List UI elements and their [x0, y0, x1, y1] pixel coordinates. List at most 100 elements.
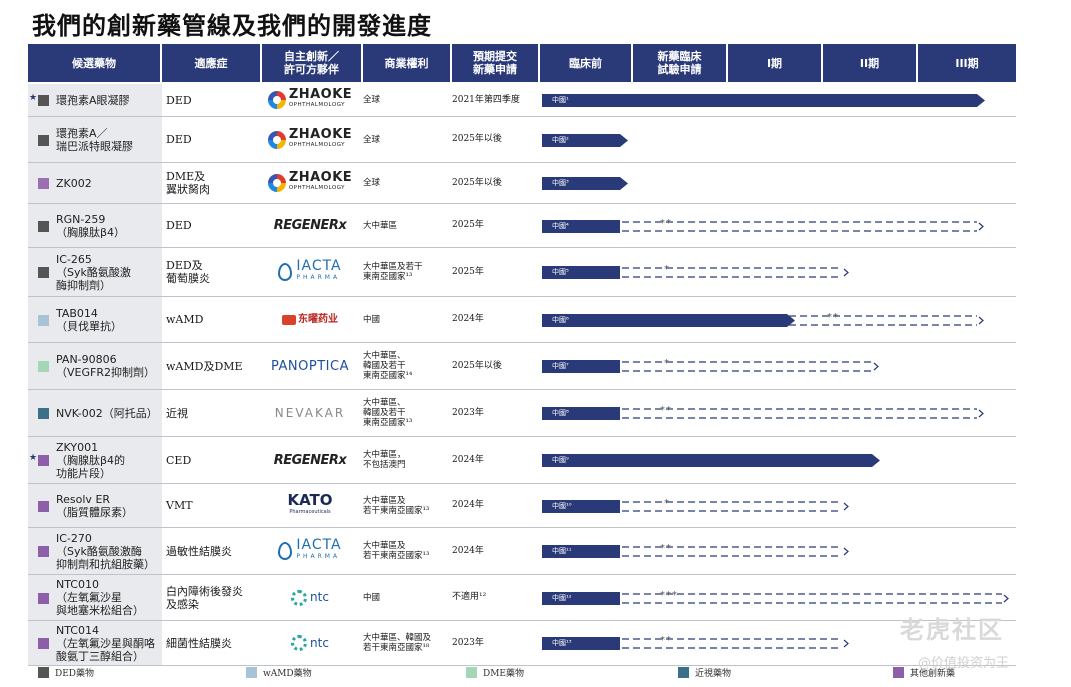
category-square-icon — [38, 95, 49, 106]
indication: wAMD及DME — [166, 359, 243, 373]
table-row: 環孢素A／ 瑞巴派特眼凝膠 DED ZHAOKE OPHTHALMOLOGY 全球 202… — [28, 117, 1016, 163]
expected-nda: 2025年以後 — [452, 177, 502, 188]
indication: DED及 葡萄膜炎 — [166, 259, 210, 285]
commercial-rights: 全球 — [363, 95, 381, 105]
partner-logo-cell: IACTA PHARMA — [262, 248, 358, 296]
zhaoke-logo-icon — [267, 174, 286, 192]
progress-bar-label: 中國⁹ — [552, 456, 569, 464]
progress-dash — [622, 546, 849, 557]
dongyao-logo: 东曜药业 — [282, 313, 338, 326]
column-header-9: III期 — [918, 44, 1018, 82]
progress-bar-label: 中國³ — [552, 179, 569, 187]
progress-bar-label: 中國⁵ — [552, 268, 569, 276]
iacta-logo: IACTA PHARMA — [278, 538, 341, 562]
commercial-rights: 大中華區、韓國及 若干東南亞國家¹⁸ — [363, 633, 432, 653]
partner-logo-cell: REGENERx — [262, 437, 358, 483]
commercial-rights: 全球 — [363, 178, 381, 188]
partner-logo-cell: ntc — [262, 621, 358, 665]
column-header-6: 新藥臨床 試驗申請 — [633, 44, 728, 82]
category-square-icon — [38, 546, 49, 557]
drug-name: RGN-259 （胸腺肽β4） — [56, 212, 126, 239]
stage-stars: *** — [660, 589, 678, 601]
partner-logo-cell: ntc — [262, 575, 358, 620]
indication: CED — [166, 453, 192, 467]
legend-label: DED藥物 — [55, 669, 95, 679]
partner-logo-cell: ZHAOKE OPHTHALMOLOGY — [262, 84, 358, 116]
indication: wAMD — [166, 313, 204, 326]
progress-bar-label: 中國⁶ — [552, 315, 569, 324]
stage-stars: * — [664, 497, 670, 509]
category-square-icon — [38, 638, 49, 649]
legend-label: wAMD藥物 — [263, 669, 312, 679]
zhaoke-logo-icon — [267, 130, 286, 149]
partner-logo-cell: ZHAOKE OPHTHALMOLOGY — [262, 163, 358, 203]
commercial-rights: 大中華區， 不包括澳門 — [363, 450, 406, 470]
progress-bar — [542, 313, 795, 327]
expected-nda: 2025年以後 — [452, 134, 502, 144]
expected-nda: 2021年第四季度 — [452, 94, 520, 105]
progress-bar-label: 中國⁸ — [552, 409, 569, 417]
progress-dash — [622, 408, 984, 419]
commercial-rights: 大中華區、 韓國及若干 東南亞國家¹⁴ — [363, 351, 413, 381]
expected-nda: 2024年 — [452, 500, 484, 510]
table-row: ★ 環孢素A眼凝膠 DED ZHAOKE OPHTHALMOLOGY 全球 2021年第四季… — [28, 84, 1016, 117]
table-row: PAN-90806 （VEGFR2抑制劑） wAMD及DME PANOPTICA 大中… — [28, 343, 1016, 390]
table-row: Resolv ER （脂質體尿素） VMT KATO Pharmaceuticals 大… — [28, 484, 1016, 528]
progress-dash — [622, 500, 849, 512]
progress-dash — [789, 314, 984, 326]
commercial-rights: 大中華區、 韓國及若干 東南亞國家¹³ — [363, 398, 413, 428]
category-square-icon — [38, 178, 49, 189]
commercial-rights: 全球 — [363, 134, 381, 145]
zhaoke-logo-icon — [267, 91, 286, 109]
iacta-logo: IACTA PHARMA — [278, 259, 341, 283]
table-row: RGN-259 （胸腺肽β4） DED REGENERx 大中華區 2025年 ** 中… — [28, 204, 1016, 248]
category-square-icon — [38, 592, 49, 604]
legend-item: 近視藥物 — [678, 666, 731, 679]
stage-stars: ** — [827, 311, 839, 323]
zhaoke-logo: ZHAOKE OPHTHALMOLOGY — [267, 170, 353, 193]
partner-logo-cell: KATO Pharmaceuticals — [262, 484, 358, 527]
drug-name: NTC010 （左氧氟沙星 與地塞米松組合） — [56, 578, 144, 617]
progress-dash — [622, 361, 879, 372]
column-header-2: 自主創新／ 許可方夥伴 — [262, 44, 363, 82]
zhaoke-logo: ZHAOKE OPHTHALMOLOGY — [267, 88, 352, 110]
category-square-icon — [38, 314, 49, 326]
column-header-8: II期 — [823, 44, 918, 82]
partner-logo-cell: PANOPTICA — [262, 343, 358, 389]
legend-item: wAMD藥物 — [246, 666, 312, 679]
table-row: NTC014 （左氧氟沙星與酮咯 酸氨丁三醇組合） 細菌性結膜炎 ntc 大中華區、韓… — [28, 621, 1016, 666]
column-header-7: I期 — [728, 44, 823, 82]
ntc-dots-icon — [291, 589, 308, 606]
drug-name: IC-265 （Syk酪氨酸激 酶抑制劑） — [56, 252, 131, 292]
zhaoke-logo-text: ZHAOKE — [288, 126, 353, 142]
expected-nda: 不適用¹² — [452, 592, 487, 602]
expected-nda: 2025年 — [452, 220, 484, 230]
kato-logo: KATO Pharmaceuticals — [287, 490, 333, 515]
legend-square-icon — [678, 667, 689, 678]
stage-stars: ** — [660, 405, 672, 416]
indication: DME及 翼狀胬肉 — [166, 170, 210, 196]
expected-nda: 2024年 — [452, 314, 484, 324]
progress-bar — [542, 454, 880, 467]
column-header-0: 候選藥物 — [28, 44, 162, 82]
partner-logo-cell: IACTA PHARMA — [262, 528, 358, 574]
regenerx-logo: REGENERx — [273, 452, 347, 468]
expected-nda: 2024年 — [452, 545, 484, 556]
progress-bar-label: 中國¹² — [552, 593, 572, 602]
iacta-drop-icon — [278, 542, 293, 560]
partner-logo-cell: ZHAOKE OPHTHALMOLOGY — [262, 117, 358, 162]
stage-stars: ** — [660, 543, 672, 554]
category-square-icon — [38, 361, 49, 372]
column-header-4: 預期提交 新藥申請 — [452, 44, 540, 82]
indication: 近視 — [166, 406, 188, 420]
zhaoke-logo-text: ZHAOKE — [288, 170, 353, 185]
commercial-rights: 中國 — [363, 592, 381, 603]
progress-dash — [622, 638, 849, 649]
progress-bar-label: 中國² — [552, 135, 569, 144]
stage-stars: * — [664, 358, 670, 369]
table-row: NTC010 （左氧氟沙星 與地塞米松組合） 白內障術後發炎 及感染 ntc 中國 不適… — [28, 575, 1016, 621]
partner-logo-cell: NEVAKAR — [262, 390, 358, 436]
progress-bar-label: 中國¹ — [552, 96, 569, 104]
panoptica-logo: PANOPTICA — [271, 358, 349, 374]
legend-square-icon — [466, 667, 477, 678]
